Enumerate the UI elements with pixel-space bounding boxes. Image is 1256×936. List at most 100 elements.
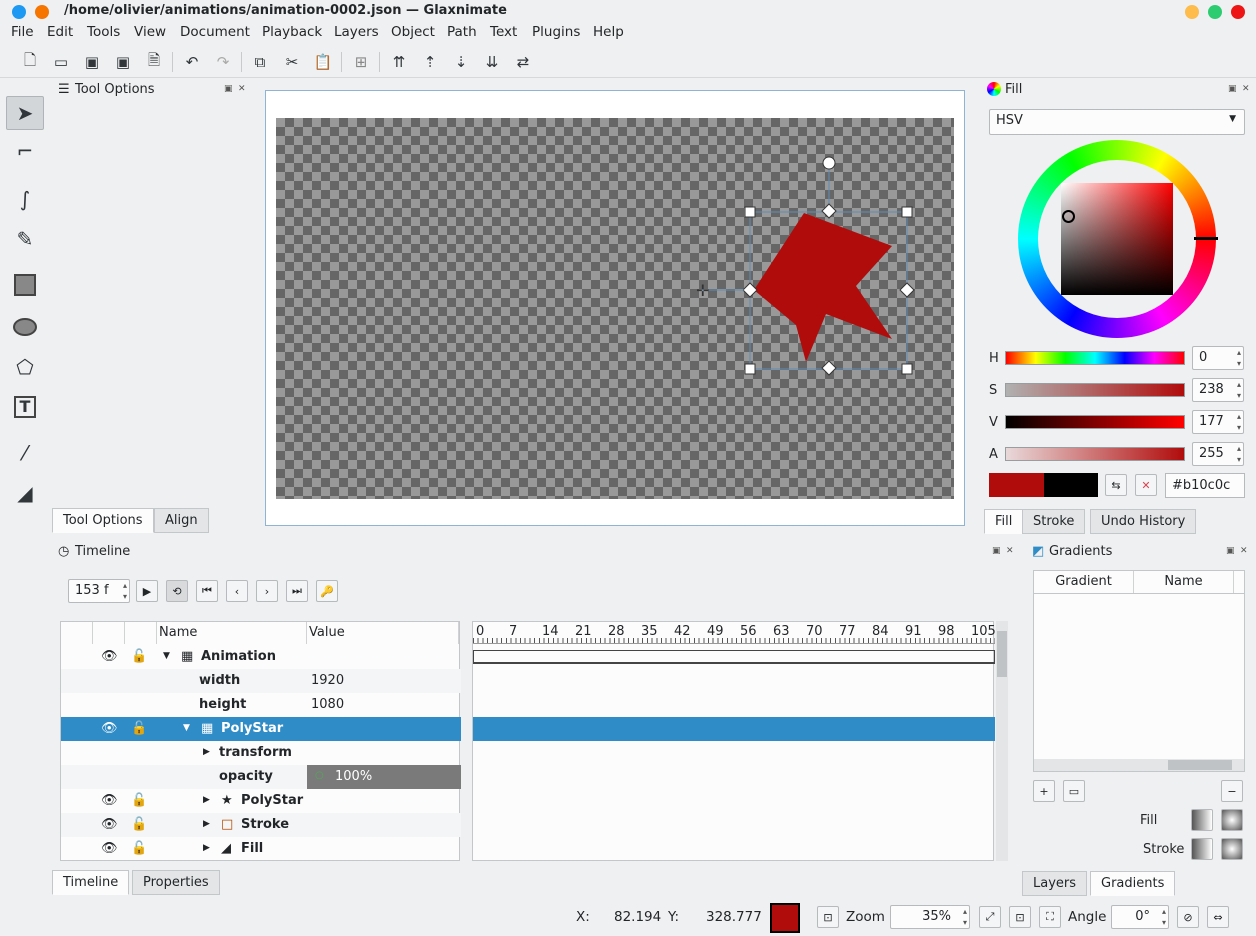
tree-row-height[interactable]: height 1080	[61, 693, 461, 717]
folder-icon[interactable]: ▭	[1063, 780, 1085, 802]
selected-track[interactable]	[473, 717, 995, 741]
tree-row-polystar-group[interactable]: 👁 🔓 ▼ ▦ PolyStar	[61, 717, 461, 741]
float-panel-icon[interactable]: ▣	[1226, 546, 1235, 556]
saturation-slider[interactable]	[1005, 383, 1185, 397]
angle-spinbox[interactable]: 0°	[1111, 905, 1169, 929]
close-button[interactable]	[1231, 5, 1245, 19]
cut-icon[interactable]: ✂	[280, 50, 304, 74]
tree-row-width[interactable]: width 1920	[61, 669, 461, 693]
float-panel-icon[interactable]: ▣	[992, 546, 1001, 556]
value-spinbox[interactable]: 177	[1192, 410, 1244, 434]
color-picker-marker[interactable]	[1062, 210, 1075, 223]
text-tool-icon[interactable]: T	[6, 390, 44, 424]
play-icon[interactable]: ▶	[136, 580, 158, 602]
new-file-icon[interactable]: 🗋	[18, 50, 42, 74]
tree-row-transform[interactable]: ▶ transform	[61, 741, 461, 765]
lock-icon[interactable]: 🔓	[131, 649, 147, 664]
linear-stroke-button[interactable]	[1191, 838, 1213, 860]
menu-path[interactable]: Path	[447, 24, 477, 40]
menu-layers[interactable]: Layers	[334, 24, 379, 40]
lock-icon[interactable]: 🔓	[131, 793, 147, 808]
edit-nodes-tool-icon[interactable]: ⌐	[6, 134, 44, 168]
timeline-scrollbar[interactable]	[996, 621, 1008, 861]
radial-fill-button[interactable]	[1221, 809, 1243, 831]
tab-undo-history[interactable]: Undo History	[1090, 509, 1197, 534]
visibility-icon[interactable]: 👁	[101, 817, 118, 832]
open-file-icon[interactable]: ▭	[49, 50, 73, 74]
export-icon[interactable]: 🗎	[142, 50, 166, 74]
collapse-arrow-icon[interactable]: ▼	[163, 651, 170, 661]
canvas-view[interactable]: ✛	[265, 90, 965, 526]
paste-icon[interactable]: 📋	[311, 50, 335, 74]
timeline-tracks[interactable]: 0 7 14 21 28 35 42 49 56 63 70 77 84 91 98 105	[472, 621, 996, 861]
tab-layers[interactable]: Layers	[1022, 871, 1088, 896]
save-as-icon[interactable]: ▣	[111, 50, 135, 74]
saturation-value-square[interactable]	[1061, 183, 1173, 295]
tab-align[interactable]: Align	[154, 508, 209, 533]
star-tool-icon[interactable]: ⬠	[6, 350, 44, 384]
remove-gradient-icon[interactable]: −	[1221, 780, 1243, 802]
tab-gradients[interactable]: Gradients	[1090, 871, 1176, 896]
window-menu-icon[interactable]	[12, 5, 26, 19]
first-frame-icon[interactable]: ⏮	[196, 580, 218, 602]
reset-rotation-icon[interactable]: ⊘	[1177, 906, 1199, 928]
select-tool-icon[interactable]: ➤	[6, 96, 44, 130]
zoom-in-icon[interactable]: ⤢	[979, 906, 1001, 928]
frame-spinbox[interactable]: 153 f	[68, 579, 130, 603]
zoom-reset-icon[interactable]: ⊡	[1009, 906, 1031, 928]
tab-tool-options[interactable]: Tool Options	[52, 508, 154, 533]
close-panel-icon[interactable]: ✕	[1242, 84, 1250, 94]
keyframe-icon[interactable]: 🔑	[316, 580, 338, 602]
animation-range-bar[interactable]	[473, 650, 995, 664]
lock-icon[interactable]: 🔓	[131, 817, 147, 832]
tree-row-polystar[interactable]: 👁 🔓 ▶ ★ PolyStar	[61, 789, 461, 813]
draw-freehand-tool-icon[interactable]: ✎	[6, 222, 44, 256]
menu-edit[interactable]: Edit	[47, 24, 73, 40]
add-gradient-icon[interactable]: +	[1033, 780, 1055, 802]
expand-arrow-icon[interactable]: ▶	[203, 819, 210, 829]
tree-row-opacity[interactable]: opacity ○ 100%	[61, 765, 461, 789]
menu-view[interactable]: View	[134, 24, 166, 40]
hex-input[interactable]: #b10c0c	[1165, 473, 1245, 498]
copy-icon[interactable]: ⧉	[248, 50, 272, 74]
collapse-arrow-icon[interactable]: ▼	[183, 723, 190, 733]
expand-arrow-icon[interactable]: ▶	[203, 795, 210, 805]
lower-icon[interactable]: ⇣	[449, 50, 473, 74]
visibility-icon[interactable]: 👁	[101, 649, 118, 664]
last-frame-icon[interactable]: ⏭	[286, 580, 308, 602]
tab-properties[interactable]: Properties	[132, 870, 220, 895]
menu-document[interactable]: Document	[180, 24, 250, 40]
alpha-spinbox[interactable]: 255	[1192, 442, 1244, 466]
zoom-spinbox[interactable]: 35%	[890, 905, 970, 929]
undo-icon[interactable]: ↶	[180, 50, 204, 74]
previous-color-swatch[interactable]	[1044, 473, 1098, 497]
clear-color-icon[interactable]: ✕	[1135, 474, 1157, 496]
hue-marker[interactable]	[1194, 237, 1218, 240]
tree-row-stroke[interactable]: 👁 🔓 ▶ □ Stroke	[61, 813, 461, 837]
flip-view-icon[interactable]: ⇔	[1207, 906, 1229, 928]
loop-icon[interactable]: ⟲	[166, 580, 188, 602]
menu-file[interactable]: File	[11, 24, 34, 40]
tab-fill[interactable]: Fill	[984, 509, 1024, 534]
minimize-button[interactable]	[1185, 5, 1199, 19]
redo-icon[interactable]: ↷	[211, 50, 235, 74]
tree-row-animation[interactable]: 👁 🔓 ▼ ▦ Animation	[61, 645, 461, 669]
float-panel-icon[interactable]: ▣	[224, 84, 233, 94]
color-picker-tool-icon[interactable]: ⁄	[6, 436, 44, 470]
visibility-icon[interactable]: 👁	[101, 793, 118, 808]
radial-stroke-button[interactable]	[1221, 838, 1243, 860]
column-value[interactable]: Value	[307, 622, 459, 644]
current-color-swatch[interactable]	[989, 473, 1044, 497]
opacity-value-cell[interactable]: ○ 100%	[307, 765, 461, 789]
save-icon[interactable]: ▣	[80, 50, 104, 74]
raise-to-top-icon[interactable]: ⇈	[387, 50, 411, 74]
keyframe-dot-icon[interactable]: ○	[315, 770, 324, 781]
swap-colors-icon[interactable]: ⇆	[1105, 474, 1127, 496]
column-gradient[interactable]: Gradient	[1034, 571, 1134, 593]
fill-color-indicator[interactable]	[770, 903, 800, 933]
expand-arrow-icon[interactable]: ▶	[203, 843, 210, 853]
next-frame-icon[interactable]: ›	[256, 580, 278, 602]
float-panel-icon[interactable]: ▣	[1228, 84, 1237, 94]
gradient-list-scrollbar[interactable]	[1034, 759, 1244, 771]
previous-frame-icon[interactable]: ‹	[226, 580, 248, 602]
